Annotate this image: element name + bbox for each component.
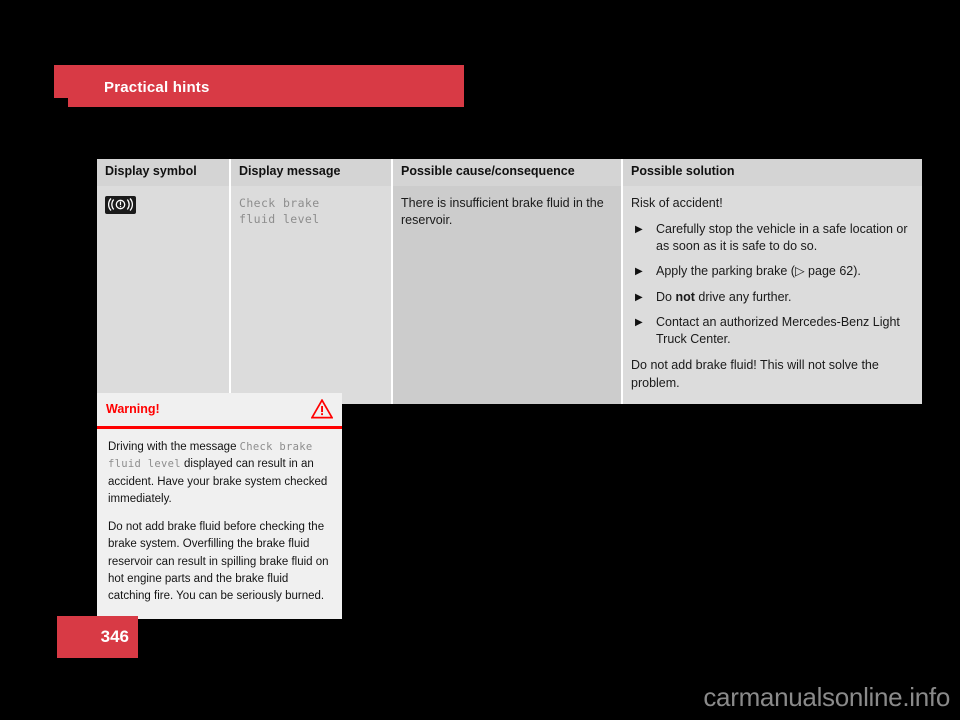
warning-paragraph-2: Do not add brake fluid before checking t… — [108, 521, 329, 602]
solution-step: ▶ Do not drive any further. — [631, 289, 914, 306]
table-header-row: Display symbol Display message Possible … — [97, 159, 922, 186]
page-number-block: 346 — [57, 616, 138, 658]
solution-step-text: Carefully stop the vehicle in a safe loc… — [656, 221, 908, 254]
warning-triangle-icon — [310, 398, 334, 424]
cell-possible-cause: There is insufficient brake fluid in the… — [393, 185, 623, 404]
display-messages-table: Display symbol Display message Possible … — [97, 159, 922, 404]
column-header-display-symbol: Display symbol — [97, 159, 231, 186]
display-message-line-1: Check brake — [239, 195, 320, 210]
solution-step: ▶ Apply the parking brake (▷ page 62). — [631, 263, 914, 280]
table-row: Check brake fluid level There is insuffi… — [97, 185, 922, 404]
page-number: 346 — [100, 627, 129, 646]
solution-step: ▶ Contact an authorized Mercedes-Benz Li… — [631, 314, 914, 349]
solution-step-text: Apply the parking brake (▷ page 62). — [656, 264, 861, 279]
chapter-title: Practical hints — [104, 79, 210, 96]
warning-box-body: Driving with the message Check brake flu… — [97, 429, 342, 619]
solution-step-text: Do not drive any further. — [656, 289, 792, 304]
warning-box-header: Warning! — [97, 393, 342, 429]
bullet-triangle-icon: ▶ — [635, 316, 643, 328]
solution-step-text: Contact an authorized Mercedes-Benz Ligh… — [656, 314, 900, 347]
cell-possible-solution: Risk of accident! ▶ Carefully stop the v… — [623, 185, 922, 404]
column-header-display-message: Display message — [231, 159, 393, 186]
column-header-possible-cause: Possible cause/consequence — [393, 159, 623, 186]
warning-p1-prefix: Driving with the message — [108, 441, 240, 453]
warning-box: Warning! Driving with the message Check … — [97, 393, 342, 620]
solution-tail-text: Do not add brake fluid! This will not so… — [631, 358, 879, 390]
cell-display-symbol — [97, 185, 231, 404]
bullet-triangle-icon: ▶ — [635, 291, 643, 303]
warning-paragraph-1: Driving with the message Check brake flu… — [108, 439, 331, 508]
solution-step: ▶ Carefully stop the vehicle in a safe l… — [631, 221, 914, 256]
bullet-triangle-icon: ▶ — [635, 223, 643, 235]
solution-lead-text: Risk of accident! — [631, 195, 723, 210]
cell-display-message: Check brake fluid level — [231, 185, 393, 404]
display-message-line-2: fluid level — [239, 212, 320, 227]
brake-warning-lamp-icon — [105, 195, 136, 214]
bullet-triangle-icon: ▶ — [635, 266, 643, 278]
column-header-possible-solution: Possible solution — [623, 159, 922, 186]
solution-step-list: ▶ Carefully stop the vehicle in a safe l… — [631, 221, 914, 349]
warning-title: Warning! — [106, 402, 160, 416]
site-watermark: carmanualsonline.info — [703, 682, 950, 712]
